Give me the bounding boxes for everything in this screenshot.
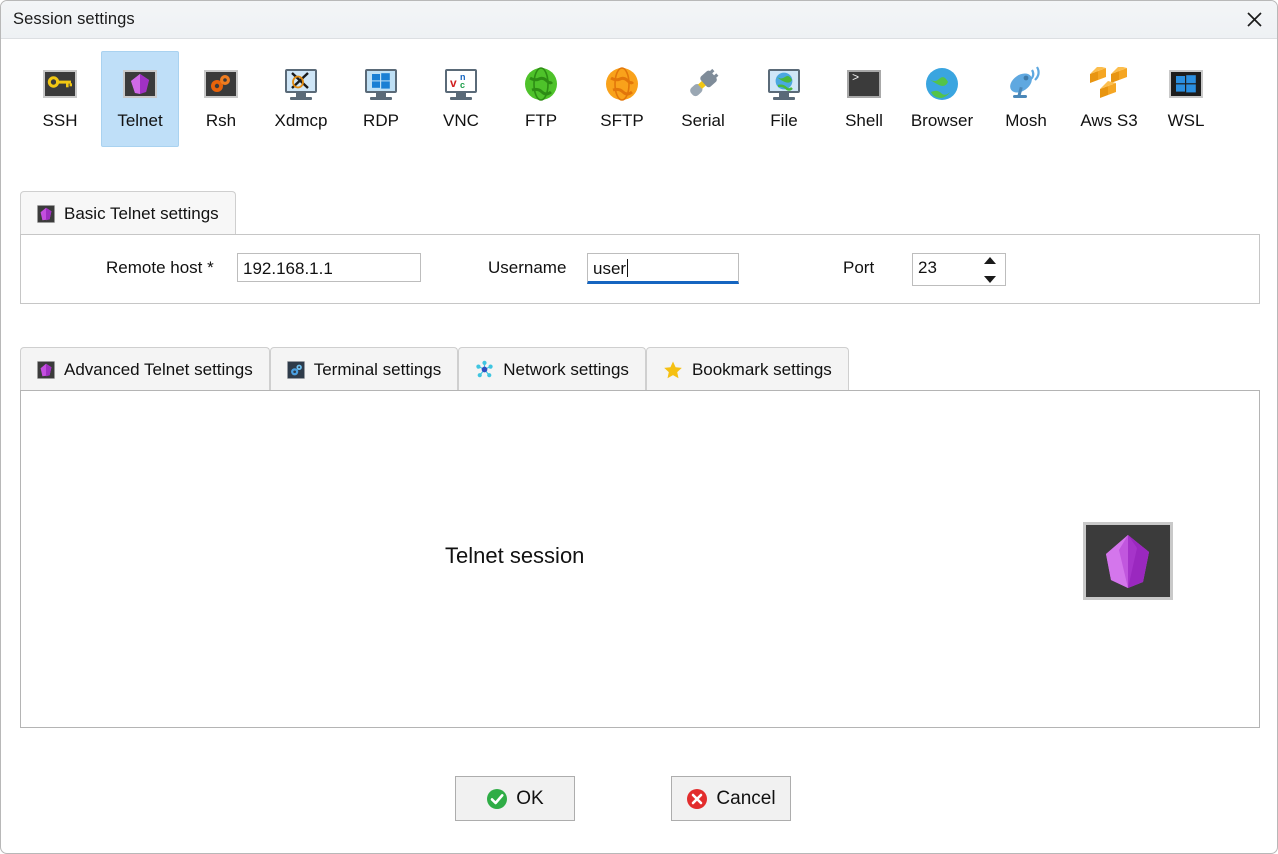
rsh-gears-icon: [201, 64, 241, 104]
protocol-serial[interactable]: Serial: [664, 51, 742, 147]
protocol-telnet[interactable]: Telnet: [101, 51, 179, 147]
protocol-mosh[interactable]: Mosh: [987, 51, 1065, 147]
chevron-up-icon[interactable]: [984, 257, 996, 264]
shell-console-icon: >: [844, 64, 884, 104]
protocol-label: FTP: [524, 111, 558, 130]
protocol-aws-s3[interactable]: Aws S3: [1066, 51, 1152, 147]
svg-text:c: c: [460, 80, 465, 90]
vnc-monitor-icon: v n c: [441, 64, 481, 104]
x-circle-icon: [686, 788, 708, 810]
cancel-button-label: Cancel: [716, 787, 776, 809]
protocol-file[interactable]: File: [745, 51, 823, 147]
protocol-label: Serial: [681, 111, 725, 130]
basic-settings-panel: Remote host * 192.168.1.1 Username user …: [20, 234, 1260, 304]
tab-advanced-telnet-settings[interactable]: Advanced Telnet settings: [20, 347, 270, 391]
ok-button[interactable]: OK: [455, 776, 575, 821]
chevron-down-icon[interactable]: [984, 276, 996, 283]
ftp-globe-icon: [521, 64, 561, 104]
protocol-label: Xdmcp: [274, 111, 328, 130]
protocol-label: Rsh: [205, 111, 237, 130]
serial-plug-icon: [683, 64, 723, 104]
username-label: Username: [488, 258, 567, 277]
session-settings-dialog: Session settings SSH Telnet Rsh Xdmcp RD…: [0, 0, 1278, 854]
tab-label: Advanced Telnet settings: [64, 359, 253, 379]
protocol-label: VNC: [443, 111, 479, 130]
protocol-ssh[interactable]: SSH: [21, 51, 99, 147]
protocol-label: RDP: [363, 111, 399, 130]
cancel-button[interactable]: Cancel: [671, 776, 791, 821]
rdp-windows-icon: [361, 64, 401, 104]
text-caret: [627, 259, 629, 277]
port-value: 23: [918, 258, 937, 277]
protocol-wsl[interactable]: WSL: [1147, 51, 1225, 147]
svg-text:v: v: [450, 76, 457, 90]
session-preview-panel: Telnet session: [20, 390, 1260, 728]
protocol-rsh[interactable]: Rsh: [182, 51, 260, 147]
tab-bookmark-settings[interactable]: Bookmark settings: [645, 347, 849, 391]
protocol-label: Mosh: [1005, 111, 1047, 130]
advanced-settings-tabstrip: Advanced Telnet settings Terminal settin…: [20, 347, 849, 391]
star-icon: [663, 360, 683, 380]
port-stepper[interactable]: 23: [912, 253, 1006, 286]
terminal-gear-icon: [286, 360, 305, 379]
wsl-windows-icon: [1166, 64, 1206, 104]
protocol-xdmcp[interactable]: Xdmcp: [262, 51, 340, 147]
protocol-label: Aws S3: [1080, 111, 1138, 130]
protocol-vnc[interactable]: v n c VNC: [422, 51, 500, 147]
protocol-label: File: [770, 111, 798, 130]
username-value: user: [593, 259, 627, 278]
file-monitor-icon: [764, 64, 804, 104]
protocol-rdp[interactable]: RDP: [342, 51, 420, 147]
username-input[interactable]: user: [587, 253, 739, 284]
browser-globe-icon: [922, 64, 962, 104]
protocol-toolbar: SSH Telnet Rsh Xdmcp RDP v n c VNC FTP S…: [1, 39, 1277, 171]
sftp-globe-icon: [602, 64, 642, 104]
protocol-label: Browser: [910, 111, 974, 130]
mosh-dish-icon: [1006, 64, 1046, 104]
tab-label: Terminal settings: [313, 359, 442, 379]
port-spinner-arrows: [983, 257, 997, 283]
protocol-ftp[interactable]: FTP: [502, 51, 580, 147]
protocol-shell[interactable]: > Shell: [825, 51, 903, 147]
aws-s3-cubes-icon: [1089, 64, 1129, 104]
xdmcp-monitor-icon: [281, 64, 321, 104]
remote-host-label: Remote host *: [106, 258, 214, 277]
tab-basic-telnet-settings[interactable]: Basic Telnet settings: [20, 191, 236, 235]
telnet-gem-icon: [1083, 522, 1173, 600]
protocol-label: Shell: [845, 111, 883, 130]
tab-label: Network settings: [503, 359, 629, 379]
session-caption: Telnet session: [445, 543, 585, 568]
ssh-key-icon: [40, 64, 80, 104]
tab-network-settings[interactable]: Network settings: [458, 347, 646, 391]
close-icon[interactable]: [1231, 1, 1277, 38]
telnet-gem-icon: [37, 360, 55, 379]
remote-host-input[interactable]: 192.168.1.1: [237, 253, 421, 282]
ok-button-label: OK: [516, 787, 544, 809]
title-bar: Session settings: [1, 1, 1277, 39]
tab-label: Basic Telnet settings: [64, 203, 219, 223]
protocol-label: Telnet: [117, 111, 163, 130]
window-title: Session settings: [13, 10, 135, 28]
tab-terminal-settings[interactable]: Terminal settings: [269, 347, 459, 391]
protocol-sftp[interactable]: SFTP: [583, 51, 661, 147]
basic-settings-tabstrip: Basic Telnet settings: [20, 191, 1260, 235]
port-label: Port: [843, 258, 875, 277]
tab-label: Bookmark settings: [691, 359, 832, 379]
protocol-label: SFTP: [600, 111, 644, 130]
protocol-label: WSL: [1167, 111, 1205, 130]
telnet-gem-icon: [120, 64, 160, 104]
protocol-label: SSH: [42, 111, 78, 130]
protocol-browser[interactable]: Browser: [903, 51, 981, 147]
check-circle-icon: [486, 788, 508, 810]
network-hub-icon: [475, 360, 494, 379]
telnet-gem-icon: [37, 204, 55, 223]
